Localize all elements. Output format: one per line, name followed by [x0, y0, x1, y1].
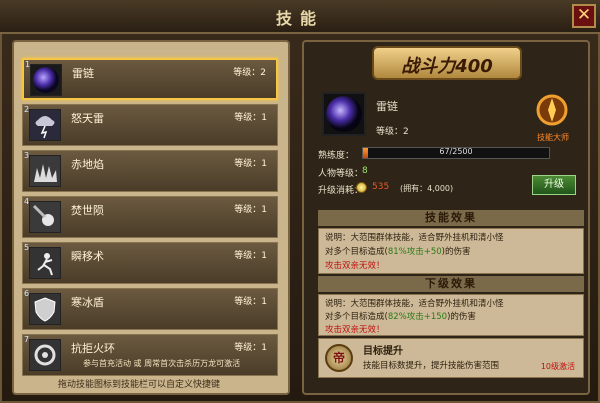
skill-row-7[interactable]: 7 抗拒火环 等级：1 参与首充活动 或 周常首次击杀历万龙可激活 [22, 334, 278, 376]
character-level-label: 人物等级： [318, 169, 364, 179]
effect-damage-suffix: )的伤害 [441, 247, 471, 257]
proficiency-label: 熟练度： [318, 151, 355, 161]
window-title: 技能 [275, 9, 324, 28]
next-damage-prefix: 对多个目标造成( [325, 312, 388, 322]
skill-level: 等级：1 [234, 343, 267, 353]
skill-effect-header: 技能效果 [318, 210, 584, 226]
title-bar: 技能 ✕ [0, 0, 600, 34]
effect-damage-line: 对多个目标造成(81%攻击+50)的伤害 [325, 245, 471, 257]
selected-skill-name: 雷链 [376, 100, 398, 113]
skill-row-3[interactable]: 3 赤地焰 等级：1 [22, 150, 278, 192]
effect-damage-prefix: 对多个目标造成( [325, 247, 388, 257]
effect-damage-value: 81%攻击+50 [387, 247, 442, 257]
skill-level: 等级：1 [234, 297, 267, 307]
skill-name: 瞬移术 [71, 250, 104, 263]
target-upgrade-requirement: 10级激活 [540, 362, 575, 371]
skill-row-2[interactable]: 2 怒天雷 等级：1 [22, 104, 278, 146]
owned-coins: (拥有：4,000) [400, 184, 454, 193]
upgrade-cost-value: 535 [372, 182, 390, 192]
character-level-value: 8 [362, 166, 368, 176]
skill-row-4[interactable]: 4 焚世陨 等级：1 [22, 196, 278, 238]
selected-skill-level: 等级：2 [376, 127, 409, 137]
close-button[interactable]: ✕ [572, 4, 596, 28]
skill-name: 赤地焰 [71, 158, 104, 171]
teleport-figure-icon [29, 247, 61, 279]
combat-power: 战斗力400 [401, 56, 493, 77]
proficiency-value: 67/2500 [439, 147, 473, 156]
skill-row-1[interactable]: 1 雷链 等级：2 [22, 58, 278, 100]
skill-level: 等级：1 [234, 251, 267, 261]
combat-power-banner: 战斗力400 [372, 46, 522, 80]
skill-level: 等级：2 [233, 68, 266, 78]
skill-name: 怒天雷 [71, 112, 104, 125]
skill-unlock-hint: 参与首充活动 或 周常首次击杀历万龙可激活 [83, 359, 241, 368]
flame-ground-icon [29, 155, 61, 187]
skill-level: 等级：1 [234, 205, 267, 215]
skill-effect-body: 说明：大范围群体技能，适合野外挂机和清小怪 对多个目标造成(81%攻击+50)的… [318, 228, 584, 274]
selected-skill-icon [322, 92, 366, 136]
emperor-badge-icon: 帝 [325, 344, 353, 372]
next-level-header: 下级效果 [318, 276, 584, 292]
skill-name: 焚世陨 [71, 204, 104, 217]
skill-name: 寒冰盾 [71, 296, 104, 309]
effect-desc-line: 说明：大范围群体技能，适合野外挂机和清小怪 [325, 233, 504, 243]
target-upgrade-desc: 技能目标数提升，提升技能伤害范围 [363, 361, 500, 371]
meteor-icon [29, 201, 61, 233]
next-warning: 攻击双亲无效！ [325, 325, 385, 335]
next-damage-suffix: )的伤害 [447, 312, 476, 322]
hotkey-tip: 拖动技能图标到技能栏可以自定义快捷键 [58, 380, 221, 390]
skill-master-label: 技能大师 [537, 133, 569, 142]
skill-master-emblem-icon[interactable] [532, 90, 572, 130]
effect-warning: 攻击双亲无效！ [325, 261, 385, 271]
target-upgrade-title: 目标提升 [363, 346, 403, 357]
next-level-body: 说明：大范围群体技能，适合野外挂机和清小怪 对多个目标造成(82%攻击+150)… [318, 294, 584, 336]
skill-name: 雷链 [72, 67, 94, 80]
skill-level: 等级：1 [234, 113, 267, 123]
thunder-cloud-icon [29, 109, 61, 141]
skill-row-6[interactable]: 6 寒冰盾 等级：1 [22, 288, 278, 330]
skill-row-5[interactable]: 5 瞬移术 等级：1 [22, 242, 278, 284]
shield-icon [29, 293, 61, 325]
coin-icon [356, 182, 367, 193]
next-damage-value: 82%攻击+150 [387, 312, 448, 322]
skill-name: 抗拒火环 [71, 342, 115, 355]
next-desc-line: 说明：大范围群体技能，适合野外挂机和清小怪 [325, 299, 504, 309]
next-damage-line: 对多个目标造成(82%攻击+150)的伤害 [325, 310, 476, 322]
fire-ring-icon [29, 339, 61, 371]
proficiency-bar: 67/2500 [362, 147, 550, 159]
target-upgrade-box: 帝 目标提升 技能目标数提升，提升技能伤害范围 10级激活 [318, 338, 584, 378]
upgrade-button[interactable]: 升级 [532, 175, 576, 195]
skill-level: 等级：1 [234, 159, 267, 169]
lightning-orb-icon [30, 64, 62, 96]
